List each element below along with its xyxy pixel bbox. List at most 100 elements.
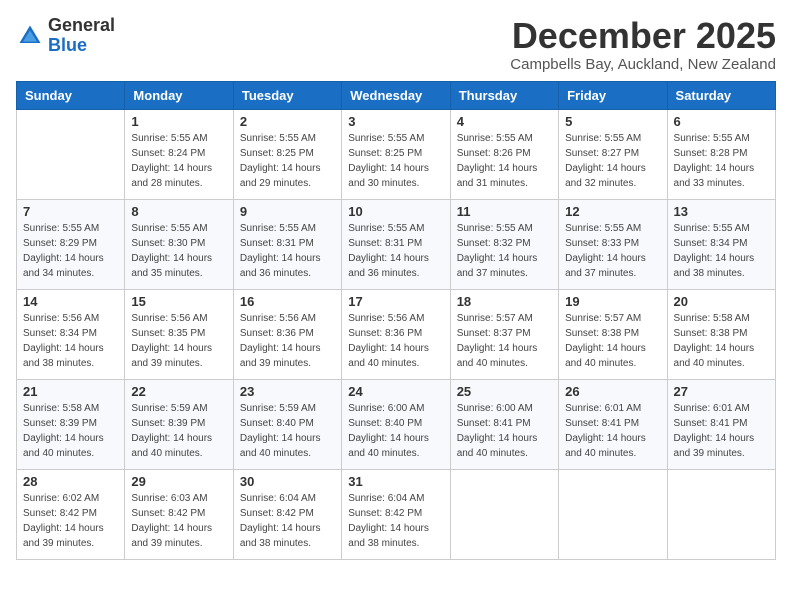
day-number: 14 <box>23 294 118 309</box>
location: Campbells Bay, Auckland, New Zealand <box>510 56 776 73</box>
calendar-cell: 20 Sunrise: 5:58 AMSunset: 8:38 PMDaylig… <box>667 289 775 379</box>
day-info: Sunrise: 5:55 AMSunset: 8:31 PMDaylight:… <box>348 221 443 281</box>
calendar-cell <box>559 469 667 559</box>
calendar-cell: 18 Sunrise: 5:57 AMSunset: 8:37 PMDaylig… <box>450 289 558 379</box>
calendar-cell <box>450 469 558 559</box>
calendar-week-4: 21 Sunrise: 5:58 AMSunset: 8:39 PMDaylig… <box>17 379 776 469</box>
calendar-cell: 28 Sunrise: 6:02 AMSunset: 8:42 PMDaylig… <box>17 469 125 559</box>
day-info: Sunrise: 5:55 AMSunset: 8:28 PMDaylight:… <box>674 131 769 191</box>
day-number: 23 <box>240 384 335 399</box>
logo-text: General Blue <box>48 16 115 56</box>
calendar-cell: 17 Sunrise: 5:56 AMSunset: 8:36 PMDaylig… <box>342 289 450 379</box>
day-number: 16 <box>240 294 335 309</box>
day-info: Sunrise: 6:03 AMSunset: 8:42 PMDaylight:… <box>131 491 226 551</box>
calendar-week-3: 14 Sunrise: 5:56 AMSunset: 8:34 PMDaylig… <box>17 289 776 379</box>
day-info: Sunrise: 6:00 AMSunset: 8:41 PMDaylight:… <box>457 401 552 461</box>
day-info: Sunrise: 5:59 AMSunset: 8:40 PMDaylight:… <box>240 401 335 461</box>
day-info: Sunrise: 5:55 AMSunset: 8:25 PMDaylight:… <box>240 131 335 191</box>
day-info: Sunrise: 5:55 AMSunset: 8:31 PMDaylight:… <box>240 221 335 281</box>
day-number: 29 <box>131 474 226 489</box>
day-header-tuesday: Tuesday <box>233 81 341 109</box>
day-info: Sunrise: 5:55 AMSunset: 8:27 PMDaylight:… <box>565 131 660 191</box>
day-info: Sunrise: 5:57 AMSunset: 8:38 PMDaylight:… <box>565 311 660 371</box>
day-header-monday: Monday <box>125 81 233 109</box>
day-number: 9 <box>240 204 335 219</box>
day-info: Sunrise: 5:55 AMSunset: 8:29 PMDaylight:… <box>23 221 118 281</box>
day-number: 7 <box>23 204 118 219</box>
day-number: 27 <box>674 384 769 399</box>
day-header-sunday: Sunday <box>17 81 125 109</box>
day-number: 18 <box>457 294 552 309</box>
logo-blue: Blue <box>48 36 115 56</box>
day-number: 25 <box>457 384 552 399</box>
calendar-cell: 7 Sunrise: 5:55 AMSunset: 8:29 PMDayligh… <box>17 199 125 289</box>
day-number: 1 <box>131 114 226 129</box>
calendar-cell: 25 Sunrise: 6:00 AMSunset: 8:41 PMDaylig… <box>450 379 558 469</box>
day-info: Sunrise: 5:58 AMSunset: 8:39 PMDaylight:… <box>23 401 118 461</box>
day-number: 24 <box>348 384 443 399</box>
calendar-header-row: SundayMondayTuesdayWednesdayThursdayFrid… <box>17 81 776 109</box>
day-info: Sunrise: 6:02 AMSunset: 8:42 PMDaylight:… <box>23 491 118 551</box>
day-info: Sunrise: 5:59 AMSunset: 8:39 PMDaylight:… <box>131 401 226 461</box>
day-info: Sunrise: 5:55 AMSunset: 8:33 PMDaylight:… <box>565 221 660 281</box>
day-number: 3 <box>348 114 443 129</box>
calendar-cell: 24 Sunrise: 6:00 AMSunset: 8:40 PMDaylig… <box>342 379 450 469</box>
day-header-saturday: Saturday <box>667 81 775 109</box>
page-header: General Blue December 2025 Campbells Bay… <box>16 16 776 73</box>
calendar-cell: 9 Sunrise: 5:55 AMSunset: 8:31 PMDayligh… <box>233 199 341 289</box>
calendar-cell: 31 Sunrise: 6:04 AMSunset: 8:42 PMDaylig… <box>342 469 450 559</box>
day-header-wednesday: Wednesday <box>342 81 450 109</box>
calendar-week-2: 7 Sunrise: 5:55 AMSunset: 8:29 PMDayligh… <box>17 199 776 289</box>
calendar-cell: 27 Sunrise: 6:01 AMSunset: 8:41 PMDaylig… <box>667 379 775 469</box>
day-number: 6 <box>674 114 769 129</box>
day-number: 11 <box>457 204 552 219</box>
calendar-cell: 2 Sunrise: 5:55 AMSunset: 8:25 PMDayligh… <box>233 109 341 199</box>
day-number: 2 <box>240 114 335 129</box>
day-number: 12 <box>565 204 660 219</box>
month-title: December 2025 <box>510 16 776 56</box>
calendar-cell: 26 Sunrise: 6:01 AMSunset: 8:41 PMDaylig… <box>559 379 667 469</box>
day-number: 31 <box>348 474 443 489</box>
calendar-week-1: 1 Sunrise: 5:55 AMSunset: 8:24 PMDayligh… <box>17 109 776 199</box>
calendar-table: SundayMondayTuesdayWednesdayThursdayFrid… <box>16 81 776 560</box>
day-number: 17 <box>348 294 443 309</box>
day-header-thursday: Thursday <box>450 81 558 109</box>
day-number: 22 <box>131 384 226 399</box>
calendar-cell: 8 Sunrise: 5:55 AMSunset: 8:30 PMDayligh… <box>125 199 233 289</box>
calendar-cell: 5 Sunrise: 5:55 AMSunset: 8:27 PMDayligh… <box>559 109 667 199</box>
day-info: Sunrise: 6:00 AMSunset: 8:40 PMDaylight:… <box>348 401 443 461</box>
day-number: 30 <box>240 474 335 489</box>
logo-icon <box>16 22 44 50</box>
day-info: Sunrise: 6:04 AMSunset: 8:42 PMDaylight:… <box>240 491 335 551</box>
day-number: 15 <box>131 294 226 309</box>
logo: General Blue <box>16 16 115 56</box>
calendar-cell: 21 Sunrise: 5:58 AMSunset: 8:39 PMDaylig… <box>17 379 125 469</box>
calendar-cell: 3 Sunrise: 5:55 AMSunset: 8:25 PMDayligh… <box>342 109 450 199</box>
calendar-cell: 23 Sunrise: 5:59 AMSunset: 8:40 PMDaylig… <box>233 379 341 469</box>
calendar-cell: 10 Sunrise: 5:55 AMSunset: 8:31 PMDaylig… <box>342 199 450 289</box>
calendar-cell <box>667 469 775 559</box>
day-info: Sunrise: 6:01 AMSunset: 8:41 PMDaylight:… <box>565 401 660 461</box>
calendar-cell: 4 Sunrise: 5:55 AMSunset: 8:26 PMDayligh… <box>450 109 558 199</box>
day-info: Sunrise: 5:55 AMSunset: 8:26 PMDaylight:… <box>457 131 552 191</box>
calendar-cell: 1 Sunrise: 5:55 AMSunset: 8:24 PMDayligh… <box>125 109 233 199</box>
day-info: Sunrise: 5:57 AMSunset: 8:37 PMDaylight:… <box>457 311 552 371</box>
day-number: 19 <box>565 294 660 309</box>
calendar-cell: 12 Sunrise: 5:55 AMSunset: 8:33 PMDaylig… <box>559 199 667 289</box>
day-number: 5 <box>565 114 660 129</box>
day-number: 28 <box>23 474 118 489</box>
day-info: Sunrise: 5:56 AMSunset: 8:35 PMDaylight:… <box>131 311 226 371</box>
calendar-cell: 13 Sunrise: 5:55 AMSunset: 8:34 PMDaylig… <box>667 199 775 289</box>
calendar-cell: 15 Sunrise: 5:56 AMSunset: 8:35 PMDaylig… <box>125 289 233 379</box>
calendar-cell: 22 Sunrise: 5:59 AMSunset: 8:39 PMDaylig… <box>125 379 233 469</box>
day-info: Sunrise: 6:01 AMSunset: 8:41 PMDaylight:… <box>674 401 769 461</box>
day-info: Sunrise: 5:55 AMSunset: 8:32 PMDaylight:… <box>457 221 552 281</box>
day-number: 8 <box>131 204 226 219</box>
day-number: 10 <box>348 204 443 219</box>
day-info: Sunrise: 5:55 AMSunset: 8:34 PMDaylight:… <box>674 221 769 281</box>
calendar-cell: 14 Sunrise: 5:56 AMSunset: 8:34 PMDaylig… <box>17 289 125 379</box>
day-info: Sunrise: 6:04 AMSunset: 8:42 PMDaylight:… <box>348 491 443 551</box>
calendar-cell: 6 Sunrise: 5:55 AMSunset: 8:28 PMDayligh… <box>667 109 775 199</box>
calendar-cell: 11 Sunrise: 5:55 AMSunset: 8:32 PMDaylig… <box>450 199 558 289</box>
day-number: 20 <box>674 294 769 309</box>
